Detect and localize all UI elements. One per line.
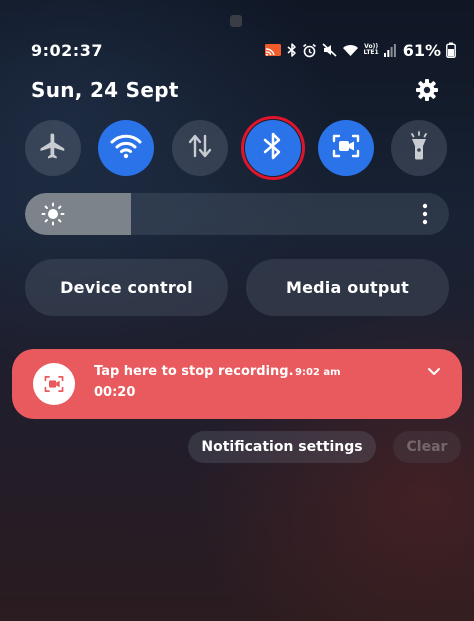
more-vertical-icon[interactable]: [417, 202, 433, 226]
media-output-button[interactable]: Media output: [246, 259, 449, 316]
device-control-button[interactable]: Device control: [25, 259, 228, 316]
network-label: Vo)) LTE1: [364, 42, 379, 58]
tile-mobile-data[interactable]: [172, 120, 228, 176]
quick-settings-tiles: [25, 116, 449, 180]
bluetooth-icon: [287, 42, 297, 58]
tile-flashlight[interactable]: [391, 120, 447, 176]
clear-button[interactable]: Clear: [393, 431, 461, 463]
mute-icon: [321, 42, 337, 58]
tile-wifi[interactable]: [98, 120, 154, 176]
flashlight-icon: [405, 131, 433, 165]
screen-record-icon: [331, 132, 361, 164]
wifi-icon: [342, 42, 359, 58]
wifi-icon: [110, 133, 142, 163]
brightness-slider[interactable]: [25, 193, 449, 235]
battery-percentage: 61%: [402, 40, 441, 60]
status-icons: Vo)) LTE1 61%: [264, 41, 457, 60]
tile-screen-recorder[interactable]: [318, 120, 374, 176]
tile-airplane-mode[interactable]: [25, 120, 81, 176]
recording-notification[interactable]: Tap here to stop recording. 9:02 am 00:2…: [12, 349, 462, 419]
airplane-icon: [38, 131, 68, 165]
signal-icon: [383, 42, 396, 58]
notification-time: 9:02 am: [295, 367, 341, 378]
status-bar: 9:02:37 Vo)) LTE1 61%: [31, 38, 456, 62]
date-label: Sun, 24 Sept: [31, 78, 179, 102]
battery-icon: [446, 42, 456, 58]
status-time: 9:02:37: [31, 40, 103, 60]
alarm-icon: [302, 42, 317, 58]
tile-bluetooth[interactable]: [241, 116, 305, 180]
notification-settings-button[interactable]: Notification settings: [188, 431, 376, 463]
bluetooth-icon: [262, 131, 284, 165]
front-camera: [230, 15, 242, 27]
cast-icon: [264, 42, 282, 58]
recording-timer: 00:20: [94, 385, 136, 400]
chevron-down-icon[interactable]: [426, 363, 442, 379]
notification-title: Tap here to stop recording.: [94, 364, 294, 379]
gear-icon[interactable]: [414, 77, 440, 103]
network-label-bottom: LTE1: [363, 49, 379, 56]
data-arrows-icon: [186, 132, 214, 164]
screen-record-icon: [33, 363, 75, 405]
sun-icon: [41, 202, 65, 226]
date-row: Sun, 24 Sept: [31, 74, 440, 106]
